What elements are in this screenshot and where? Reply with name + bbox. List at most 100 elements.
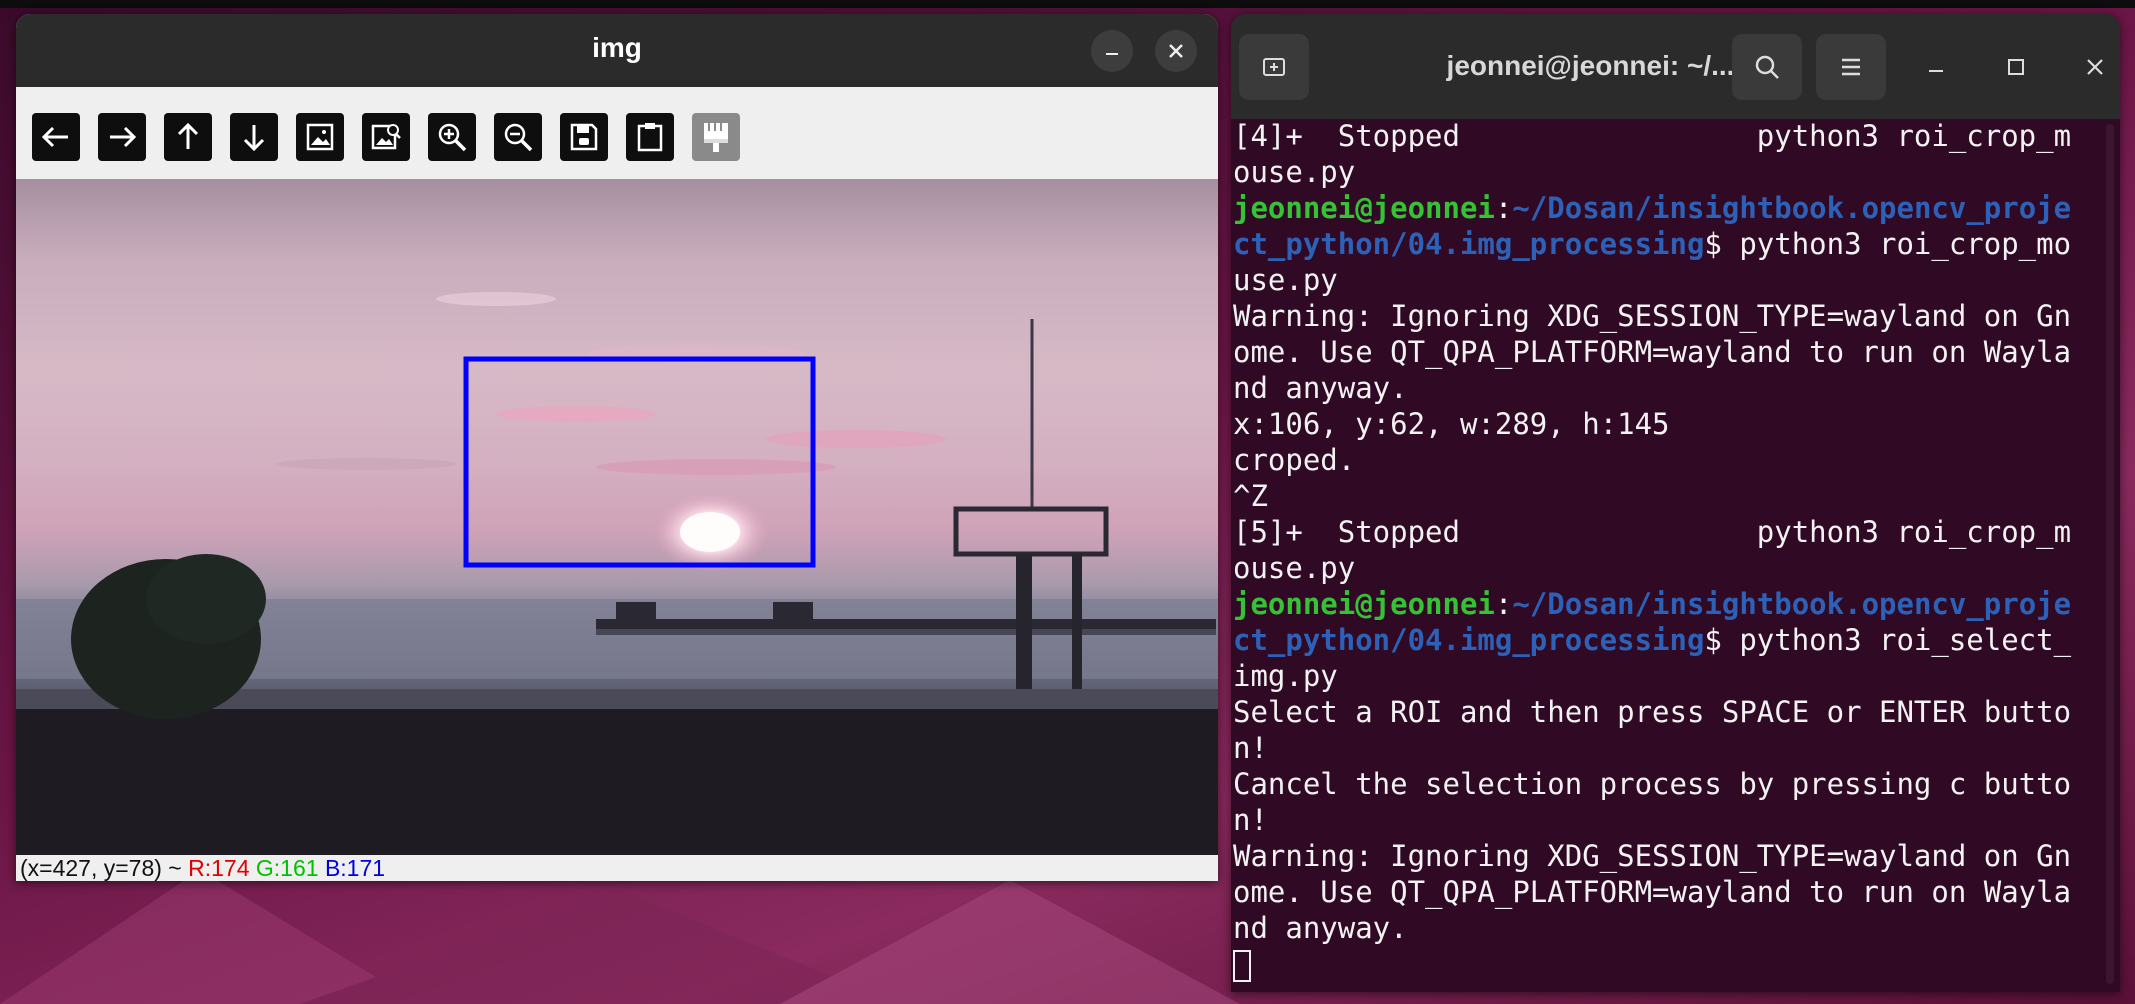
terminal-line: ^Z <box>1233 478 2093 514</box>
search-icon <box>1755 55 1779 79</box>
terminal-line: ouse.py <box>1233 154 2093 190</box>
terminal-line: Cancel the selection process by pressing… <box>1233 766 2093 802</box>
image-canvas[interactable] <box>16 179 1218 855</box>
arrow-down-icon <box>243 125 265 152</box>
status-coords: (x=427, y=78) ~ <box>20 855 189 881</box>
terminal-text: croped. <box>1233 443 1356 477</box>
terminal-text: n! <box>1233 803 1268 837</box>
terminal-text: ^Z <box>1233 479 1268 513</box>
pan-right-button[interactable] <box>98 113 146 161</box>
top-panel <box>0 0 2135 8</box>
terminal-output[interactable]: [4]+ Stopped python3 roi_crop_m ouse.py je… <box>1233 118 2093 982</box>
maximize-icon <box>2008 59 2024 75</box>
terminal-line: n! <box>1233 730 2093 766</box>
image-zoom-icon <box>371 124 401 150</box>
terminal-text: Select a ROI and then press SPACE or ENT… <box>1233 695 2072 729</box>
img-window-title: img <box>592 32 642 63</box>
terminal-line: ct_python/04.img_processing$ python3 roi… <box>1233 226 2093 262</box>
prompt-path: ~/Dosan/insightbook.opencv_proje <box>1512 191 2072 225</box>
minimize-icon <box>1106 53 1118 55</box>
pan-down-button[interactable] <box>230 113 278 161</box>
zoom-in-button[interactable] <box>428 113 476 161</box>
terminal-line: Select a ROI and then press SPACE or ENT… <box>1233 694 2093 730</box>
terminal-cursor-line <box>1233 946 2093 982</box>
terminal-line: croped. <box>1233 442 2093 478</box>
status-r: R:174 <box>188 855 250 881</box>
minimize-button[interactable] <box>1091 30 1133 72</box>
zoom-original-button[interactable] <box>296 113 344 161</box>
terminal-line: [5]+ Stopped python3 roi_crop_m <box>1233 514 2093 550</box>
terminal-line: nd anyway. <box>1233 910 2093 946</box>
terminal-window: jeonnei@jeonnei: ~/... [4]+ Stopped pyth… <box>1231 14 2120 992</box>
terminal-text: [4]+ Stopped python3 roi_crop_m <box>1233 119 2072 153</box>
arrow-left-icon <box>41 126 68 148</box>
save-icon <box>570 123 598 151</box>
terminal-text: ouse.py <box>1233 155 1356 189</box>
terminal-line: [4]+ Stopped python3 roi_crop_m <box>1233 118 2093 154</box>
terminal-text: $ python3 roi_select_ <box>1704 623 2072 657</box>
terminal-text: x:106, y:62, w:289, h:145 <box>1233 407 1670 441</box>
properties-icon <box>704 123 728 152</box>
terminal-line: jeonnei@jeonnei:~/Dosan/insightbook.open… <box>1233 586 2093 622</box>
zoom-out-icon <box>504 123 533 152</box>
minimize-button[interactable] <box>1911 34 1961 100</box>
prompt-user: jeonnei@jeonnei <box>1233 191 1495 225</box>
img-window-titlebar[interactable]: img <box>16 14 1218 87</box>
copy-clipboard-button[interactable] <box>626 113 674 161</box>
menu-button[interactable] <box>1816 34 1886 100</box>
terminal-text: [5]+ Stopped python3 roi_crop_m <box>1233 515 2072 549</box>
terminal-scrollbar[interactable] <box>2106 124 2114 984</box>
terminal-line: nd anyway. <box>1233 370 2093 406</box>
terminal-line: x:106, y:62, w:289, h:145 <box>1233 406 2093 442</box>
close-icon <box>2087 59 2103 75</box>
zoom-out-button[interactable] <box>494 113 542 161</box>
zoom-fit-button[interactable] <box>362 113 410 161</box>
prompt-path: ct_python/04.img_processing <box>1233 227 1705 261</box>
terminal-titlebar[interactable]: jeonnei@jeonnei: ~/... <box>1231 14 2120 119</box>
terminal-text: ome. Use QT_QPA_PLATFORM=wayland to run … <box>1233 335 2072 369</box>
image-icon <box>306 123 334 151</box>
properties-button[interactable] <box>692 113 740 161</box>
minimize-icon <box>1929 70 1943 72</box>
terminal-text: $ python3 roi_crop_mo <box>1704 227 2072 261</box>
terminal-text: nd anyway. <box>1233 371 1408 405</box>
close-button[interactable] <box>1155 30 1197 72</box>
prompt-user: jeonnei@jeonnei <box>1233 587 1495 621</box>
zoom-in-icon <box>438 123 467 152</box>
close-button[interactable] <box>2070 34 2120 100</box>
save-button[interactable] <box>560 113 608 161</box>
img-toolbar <box>16 87 1218 179</box>
clipboard-icon <box>637 123 663 152</box>
maximize-button[interactable] <box>1991 34 2041 100</box>
sunset-photo <box>16 292 1218 855</box>
terminal-text: : <box>1494 587 1513 621</box>
terminal-text: ome. Use QT_QPA_PLATFORM=wayland to run … <box>1233 875 2072 909</box>
terminal-line: ome. Use QT_QPA_PLATFORM=wayland to run … <box>1233 874 2093 910</box>
arrow-right-icon <box>110 126 137 148</box>
terminal-line: ouse.py <box>1233 550 2093 586</box>
arrow-up-icon <box>177 122 199 149</box>
terminal-text: ouse.py <box>1233 551 1356 585</box>
terminal-line: jeonnei@jeonnei:~/Dosan/insightbook.open… <box>1233 190 2093 226</box>
pan-up-button[interactable] <box>164 113 212 161</box>
pixel-status-bar: (x=427, y=78) ~ R:174 G:161 B:171 <box>16 855 1218 881</box>
terminal-line: img.py <box>1233 658 2093 694</box>
terminal-text: Cancel the selection process by pressing… <box>1233 767 2072 801</box>
prompt-path: ~/Dosan/insightbook.opencv_proje <box>1512 587 2072 621</box>
terminal-text: : <box>1494 191 1513 225</box>
terminal-line: Warning: Ignoring XDG_SESSION_TYPE=wayla… <box>1233 298 2093 334</box>
terminal-text: n! <box>1233 731 1268 765</box>
terminal-text: Warning: Ignoring XDG_SESSION_TYPE=wayla… <box>1233 839 2072 873</box>
terminal-title: jeonnei@jeonnei: ~/... <box>1446 50 1735 81</box>
search-button[interactable] <box>1732 34 1802 100</box>
status-b: B:171 <box>324 855 386 881</box>
terminal-text: nd anyway. <box>1233 911 1408 945</box>
pan-left-button[interactable] <box>32 113 80 161</box>
hamburger-menu-icon <box>1842 58 1860 76</box>
prompt-path: ct_python/04.img_processing <box>1233 623 1705 657</box>
terminal-text: img.py <box>1233 659 1338 693</box>
terminal-line: Warning: Ignoring XDG_SESSION_TYPE=wayla… <box>1233 838 2093 874</box>
terminal-line: ome. Use QT_QPA_PLATFORM=wayland to run … <box>1233 334 2093 370</box>
terminal-text: use.py <box>1233 263 1338 297</box>
wallpaper <box>0 870 1240 1004</box>
